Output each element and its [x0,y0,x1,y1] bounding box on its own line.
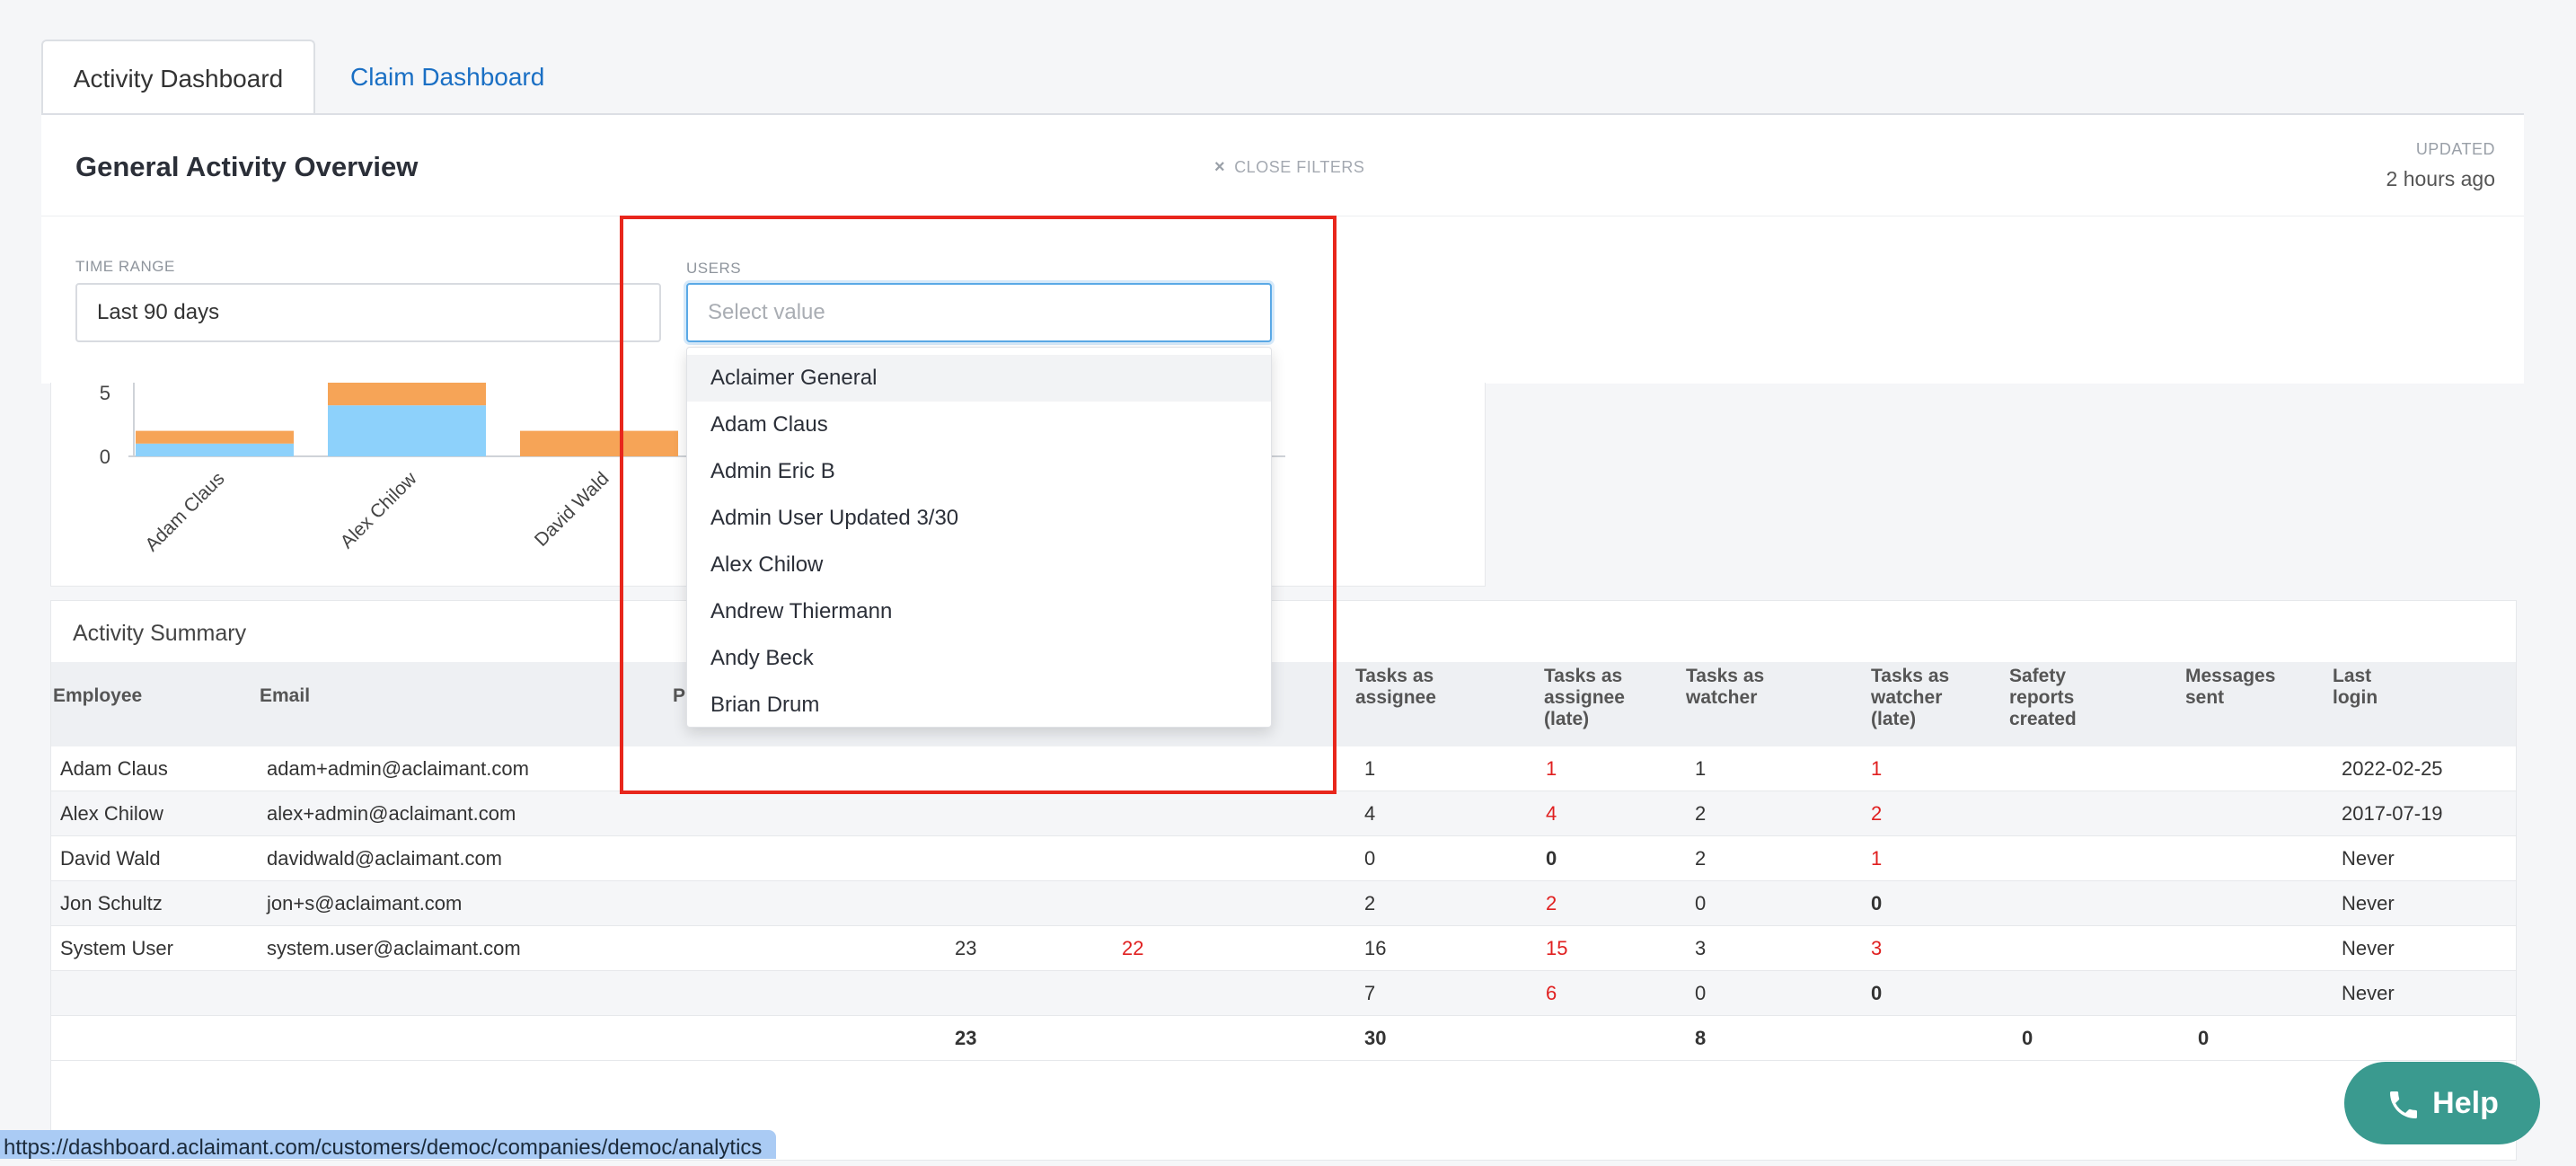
cell-email: davidwald@aclaimant.com [267,847,503,870]
cell-email: alex+admin@aclaimant.com [267,802,516,825]
cell-c2: 22 [1122,937,1144,959]
y-tick-label: 5 [100,383,110,404]
col-tasks-assignee-late[interactable]: Tasks as assignee (late) [1544,666,1643,730]
table-row: 7 6 0 0 Never [51,971,2516,1016]
bar-segment [136,443,294,456]
highlight-annotation [620,216,1337,794]
status-bar-url: https://dashboard.aclaimant.com/customer… [0,1130,777,1160]
col-tasks-watcher-late[interactable]: Tasks as watcher (late) [1871,666,1970,730]
col-messages-sent[interactable]: Messages sent [2185,666,2284,709]
cell-twl: 3 [1871,937,1883,959]
cell-ta: 1 [1364,757,1376,780]
cell-c1: 23 [955,937,977,959]
time-range-select[interactable]: Last 90 days [75,283,661,342]
table-row: System User system.user@aclaimant.com 23 22… [51,926,2516,971]
close-icon: × [1214,157,1226,177]
help-button[interactable]: Help [2344,1062,2540,1144]
cell-last: Never [2342,937,2395,959]
x-tick-label: Adam Claus [141,468,228,555]
cell-employee: System User [60,937,173,959]
cell-email: jon+s@aclaimant.com [267,892,463,914]
table-row: Jon Schultz jon+s@aclaimant.com 2 2 0 0 Never [51,881,2516,926]
cell-tal: 0 [1546,847,1557,870]
x-tick-label: Alex Chilow [337,468,421,552]
overview-header: General Activity Overview × CLOSE FILTERS… [41,115,2524,216]
cell-ta: 2 [1364,892,1376,914]
table-row: David Wald davidwald@aclaimant.com 0 0 2 1 Nev… [51,836,2516,881]
cell-tw: 3 [1695,937,1707,959]
cell-tal: 2 [1546,892,1557,914]
col-employee[interactable]: Employee [53,685,142,707]
total-tw: 8 [1695,1027,1707,1049]
cell-employee: Alex Chilow [60,802,163,825]
close-filters-button[interactable]: × CLOSE FILTERS [1214,157,1364,178]
cell-tw: 2 [1695,802,1707,825]
bar-segment [328,405,486,456]
cell-tal: 6 [1546,982,1557,1004]
col-email[interactable]: Email [260,685,310,707]
time-range-label: TIME RANGE [75,258,175,275]
cell-ta: 0 [1364,847,1376,870]
cell-twl: 0 [1871,892,1883,914]
cell-ta: 7 [1364,982,1376,1004]
cell-employee: Jon Schultz [60,892,163,914]
cell-tw: 0 [1695,892,1707,914]
total-safety: 0 [2022,1027,2033,1049]
cell-tal: 1 [1546,757,1557,780]
cell-last: 2017-07-19 [2342,802,2443,825]
cell-email: system.user@aclaimant.com [267,937,521,959]
cell-tw: 0 [1695,982,1707,1004]
x-tick-label: David Wald [531,468,613,551]
col-last-login[interactable]: Last login [2333,666,2404,709]
cell-twl: 1 [1871,757,1883,780]
col-tasks-assignee[interactable]: Tasks as assignee [1355,666,1454,709]
updated-value: 2 hours ago [2386,167,2495,190]
cell-employee: David Wald [60,847,161,870]
cell-tw: 2 [1695,847,1707,870]
page-title: General Activity Overview [75,151,419,182]
phone-icon [2390,1091,2418,1119]
cell-last: 2022-02-25 [2342,757,2443,780]
cell-twl: 1 [1871,847,1883,870]
cell-last: Never [2342,892,2395,914]
cell-last: Never [2342,847,2395,870]
cell-ta: 4 [1364,802,1376,825]
y-tick-label: 0 [100,446,110,468]
cell-tw: 1 [1695,757,1707,780]
cell-twl: 2 [1871,802,1883,825]
dashboard-tabs: Activity Dashboard Claim Dashboard [41,40,2524,115]
col-tasks-watcher[interactable]: Tasks as watcher [1686,666,1785,709]
total-messages: 0 [2198,1027,2210,1049]
tab-claim-dashboard[interactable]: Claim Dashboard [350,40,544,113]
updated-label: UPDATED [2415,140,2495,158]
cell-twl: 0 [1871,982,1883,1004]
total-c1: 23 [955,1027,977,1049]
cell-ta: 16 [1364,937,1387,959]
summary-title: Activity Summary [73,621,247,646]
col-safety-reports[interactable]: Safety reports created [2009,666,2108,730]
bar-segment [328,383,486,406]
tab-activity-dashboard[interactable]: Activity Dashboard [41,40,315,113]
cell-employee: Adam Claus [60,757,168,780]
table-row: Alex Chilow alex+admin@aclaimant.com 4 4 2 2 2… [51,791,2516,836]
cell-last: Never [2342,982,2395,1004]
cell-tal: 4 [1546,802,1557,825]
total-ta: 30 [1364,1027,1387,1049]
bar-segment [136,430,294,444]
cell-tal: 15 [1546,937,1568,959]
totals-row: 23 30 8 0 0 [51,1016,2516,1061]
cell-email: adam+admin@aclaimant.com [267,757,529,780]
